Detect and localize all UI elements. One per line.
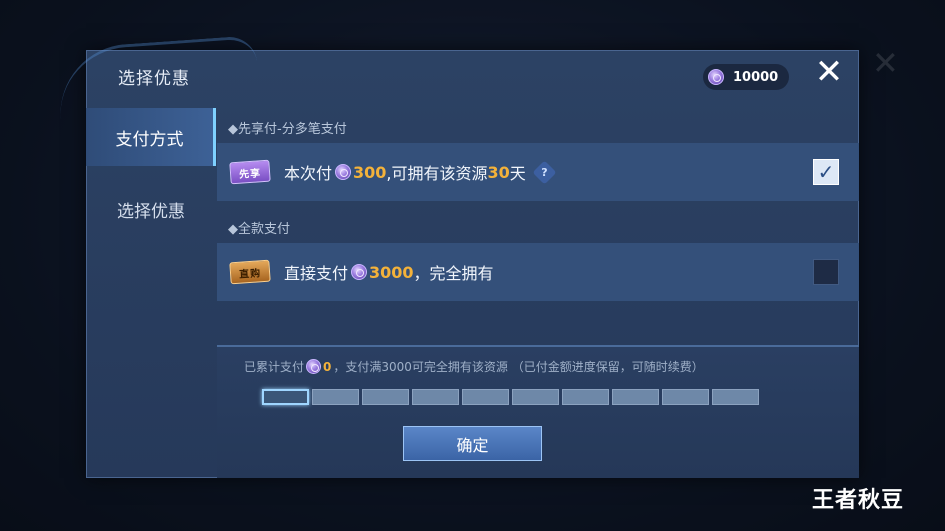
full-payment-checkbox[interactable] bbox=[813, 259, 839, 285]
coin-balance-value: 10000 bbox=[733, 69, 779, 85]
help-icon[interactable]: ? bbox=[532, 159, 557, 185]
progress-segment bbox=[412, 389, 459, 405]
sidebar-item-select-discount[interactable]: 选择优惠 bbox=[86, 180, 216, 238]
progress-segment bbox=[462, 389, 509, 405]
option-days: 30 bbox=[487, 162, 510, 182]
installment-checkbox[interactable]: ✓ bbox=[813, 159, 839, 185]
progress-segment bbox=[312, 389, 359, 405]
progress-segment bbox=[612, 389, 659, 405]
progress-segment bbox=[712, 389, 759, 405]
option-text-before: 直接支付 bbox=[284, 264, 349, 283]
direct-buy-badge: 直购 bbox=[229, 259, 271, 285]
option-text-after: ，完全拥有 bbox=[413, 264, 494, 283]
sidebar-item-label: 支付方式 bbox=[115, 129, 184, 150]
option-amount: 300 bbox=[353, 162, 387, 182]
option-amount: 3000 bbox=[369, 262, 414, 282]
option-text-before: 本次付 bbox=[284, 164, 333, 183]
coupon-coin-icon bbox=[306, 359, 322, 374]
pay-later-badge: 先享 bbox=[229, 159, 271, 185]
sidebar-item-payment-method[interactable]: 支付方式 bbox=[86, 108, 216, 166]
progress-paid: 0 bbox=[323, 359, 332, 374]
progress-segment bbox=[262, 389, 309, 405]
progress-segment bbox=[512, 389, 559, 405]
option-text-full-payment: 直接支付 3000 ，完全拥有 bbox=[284, 260, 494, 284]
progress-text: 已累计支付 0 ，支付满3000可完全拥有该资源 （已付金额进度保留，可随时续费… bbox=[244, 358, 704, 375]
watermark: 王者秋豆 bbox=[812, 488, 905, 513]
coupon-coin-icon bbox=[708, 69, 724, 85]
progress-segment bbox=[662, 389, 709, 405]
help-icon-label: ? bbox=[541, 165, 548, 179]
coupon-coin-icon bbox=[351, 264, 368, 280]
background-close-icon: ✕ bbox=[872, 44, 899, 82]
coupon-coin-icon bbox=[335, 164, 352, 180]
option-text-after: 天 bbox=[509, 164, 526, 183]
progress-segment bbox=[562, 389, 609, 405]
confirm-button[interactable]: 确定 bbox=[403, 426, 542, 461]
payment-progress-bar bbox=[262, 389, 759, 405]
progress-suffix: ，支付满3000可完全拥有该资源 （已付金额进度保留，可随时续费） bbox=[333, 360, 704, 374]
progress-segment bbox=[362, 389, 409, 405]
section-label-full-payment: ◆全款支付 bbox=[228, 222, 290, 237]
dialog-title: 选择优惠 bbox=[118, 69, 190, 89]
coin-balance: 10000 bbox=[703, 64, 789, 90]
close-button[interactable]: ✕ bbox=[812, 55, 846, 89]
option-row-full-payment[interactable]: 直购 直接支付 3000 ，完全拥有 bbox=[217, 243, 859, 301]
sidebar-item-label: 选择优惠 bbox=[117, 201, 185, 222]
section-label-installment: ◆先享付-分多笔支付 bbox=[228, 122, 347, 137]
option-row-installment[interactable]: 先享 本次付 300 ,可拥有该资源 30 天 ? ✓ bbox=[217, 143, 859, 201]
option-text-installment: 本次付 300 ,可拥有该资源 30 天 ? bbox=[284, 159, 557, 185]
progress-prefix: 已累计支付 bbox=[244, 360, 305, 374]
option-text-mid: ,可拥有该资源 bbox=[386, 164, 488, 183]
